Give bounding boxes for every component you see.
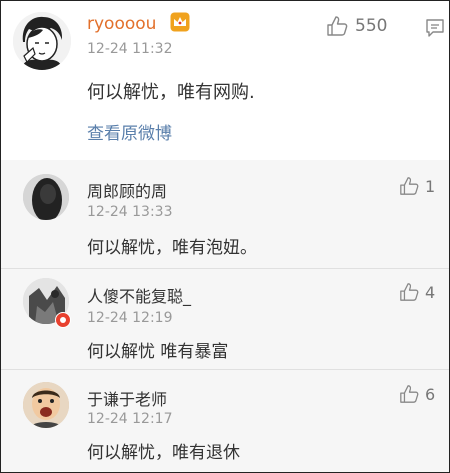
post-timestamp: 12-24 11:32 <box>87 41 173 57</box>
view-original-link[interactable]: 查看原微博 <box>87 119 172 144</box>
reply-username[interactable]: 周郎顾的周 <box>87 178 167 202</box>
comment-icon[interactable] <box>425 18 445 38</box>
list-item: 周郎顾的周 12-24 13:33 何以解忧，唯有泡妞。 1 <box>1 160 449 268</box>
reply-timestamp: 12-24 12:17 <box>87 411 173 427</box>
post-username[interactable]: ryoooou <box>87 14 156 34</box>
thumbs-up-icon[interactable] <box>399 282 419 302</box>
thumbs-up-icon[interactable] <box>399 384 419 404</box>
list-item: 人傻不能复聪_ 12-24 12:19 何以解忧 唯有暴富 4 <box>1 269 449 369</box>
main-post: ryoooou 12-24 11:32 何以解忧，唯有网购. 查看原微博 550 <box>1 1 449 156</box>
reply-text: 何以解忧，唯有退休 <box>87 443 240 463</box>
verified-badge-icon <box>55 312 71 328</box>
weibo-comment-thread: ryoooou 12-24 11:32 何以解忧，唯有网购. 查看原微博 550 <box>0 0 450 473</box>
replies-list: 周郎顾的周 12-24 13:33 何以解忧，唯有泡妞。 1 人傻不能复聪_ 1… <box>1 160 449 472</box>
reply-like-count: 4 <box>425 283 436 302</box>
reply-text: 何以解忧，唯有泡妞。 <box>87 238 257 258</box>
reply-timestamp: 12-24 13:33 <box>87 204 173 220</box>
reply-text: 何以解忧 唯有暴富 <box>87 342 229 362</box>
reply-like-count: 1 <box>425 177 436 196</box>
thumbs-up-icon[interactable] <box>399 176 419 196</box>
avatar[interactable] <box>13 12 71 70</box>
thumbs-up-icon[interactable] <box>326 15 348 37</box>
reply-timestamp: 12-24 12:19 <box>87 310 173 326</box>
reply-username[interactable]: 人傻不能复聪_ <box>87 283 191 307</box>
reply-like-count: 6 <box>425 385 436 404</box>
avatar[interactable] <box>23 382 69 428</box>
avatar[interactable] <box>23 174 69 220</box>
list-item: 于谦于老师 12-24 12:17 何以解忧，唯有退休 6 <box>1 370 449 472</box>
post-text: 何以解忧，唯有网购. <box>87 82 255 103</box>
reply-username[interactable]: 于谦于老师 <box>87 386 167 410</box>
post-like-count: 550 <box>355 16 388 36</box>
crown-icon <box>170 12 190 32</box>
